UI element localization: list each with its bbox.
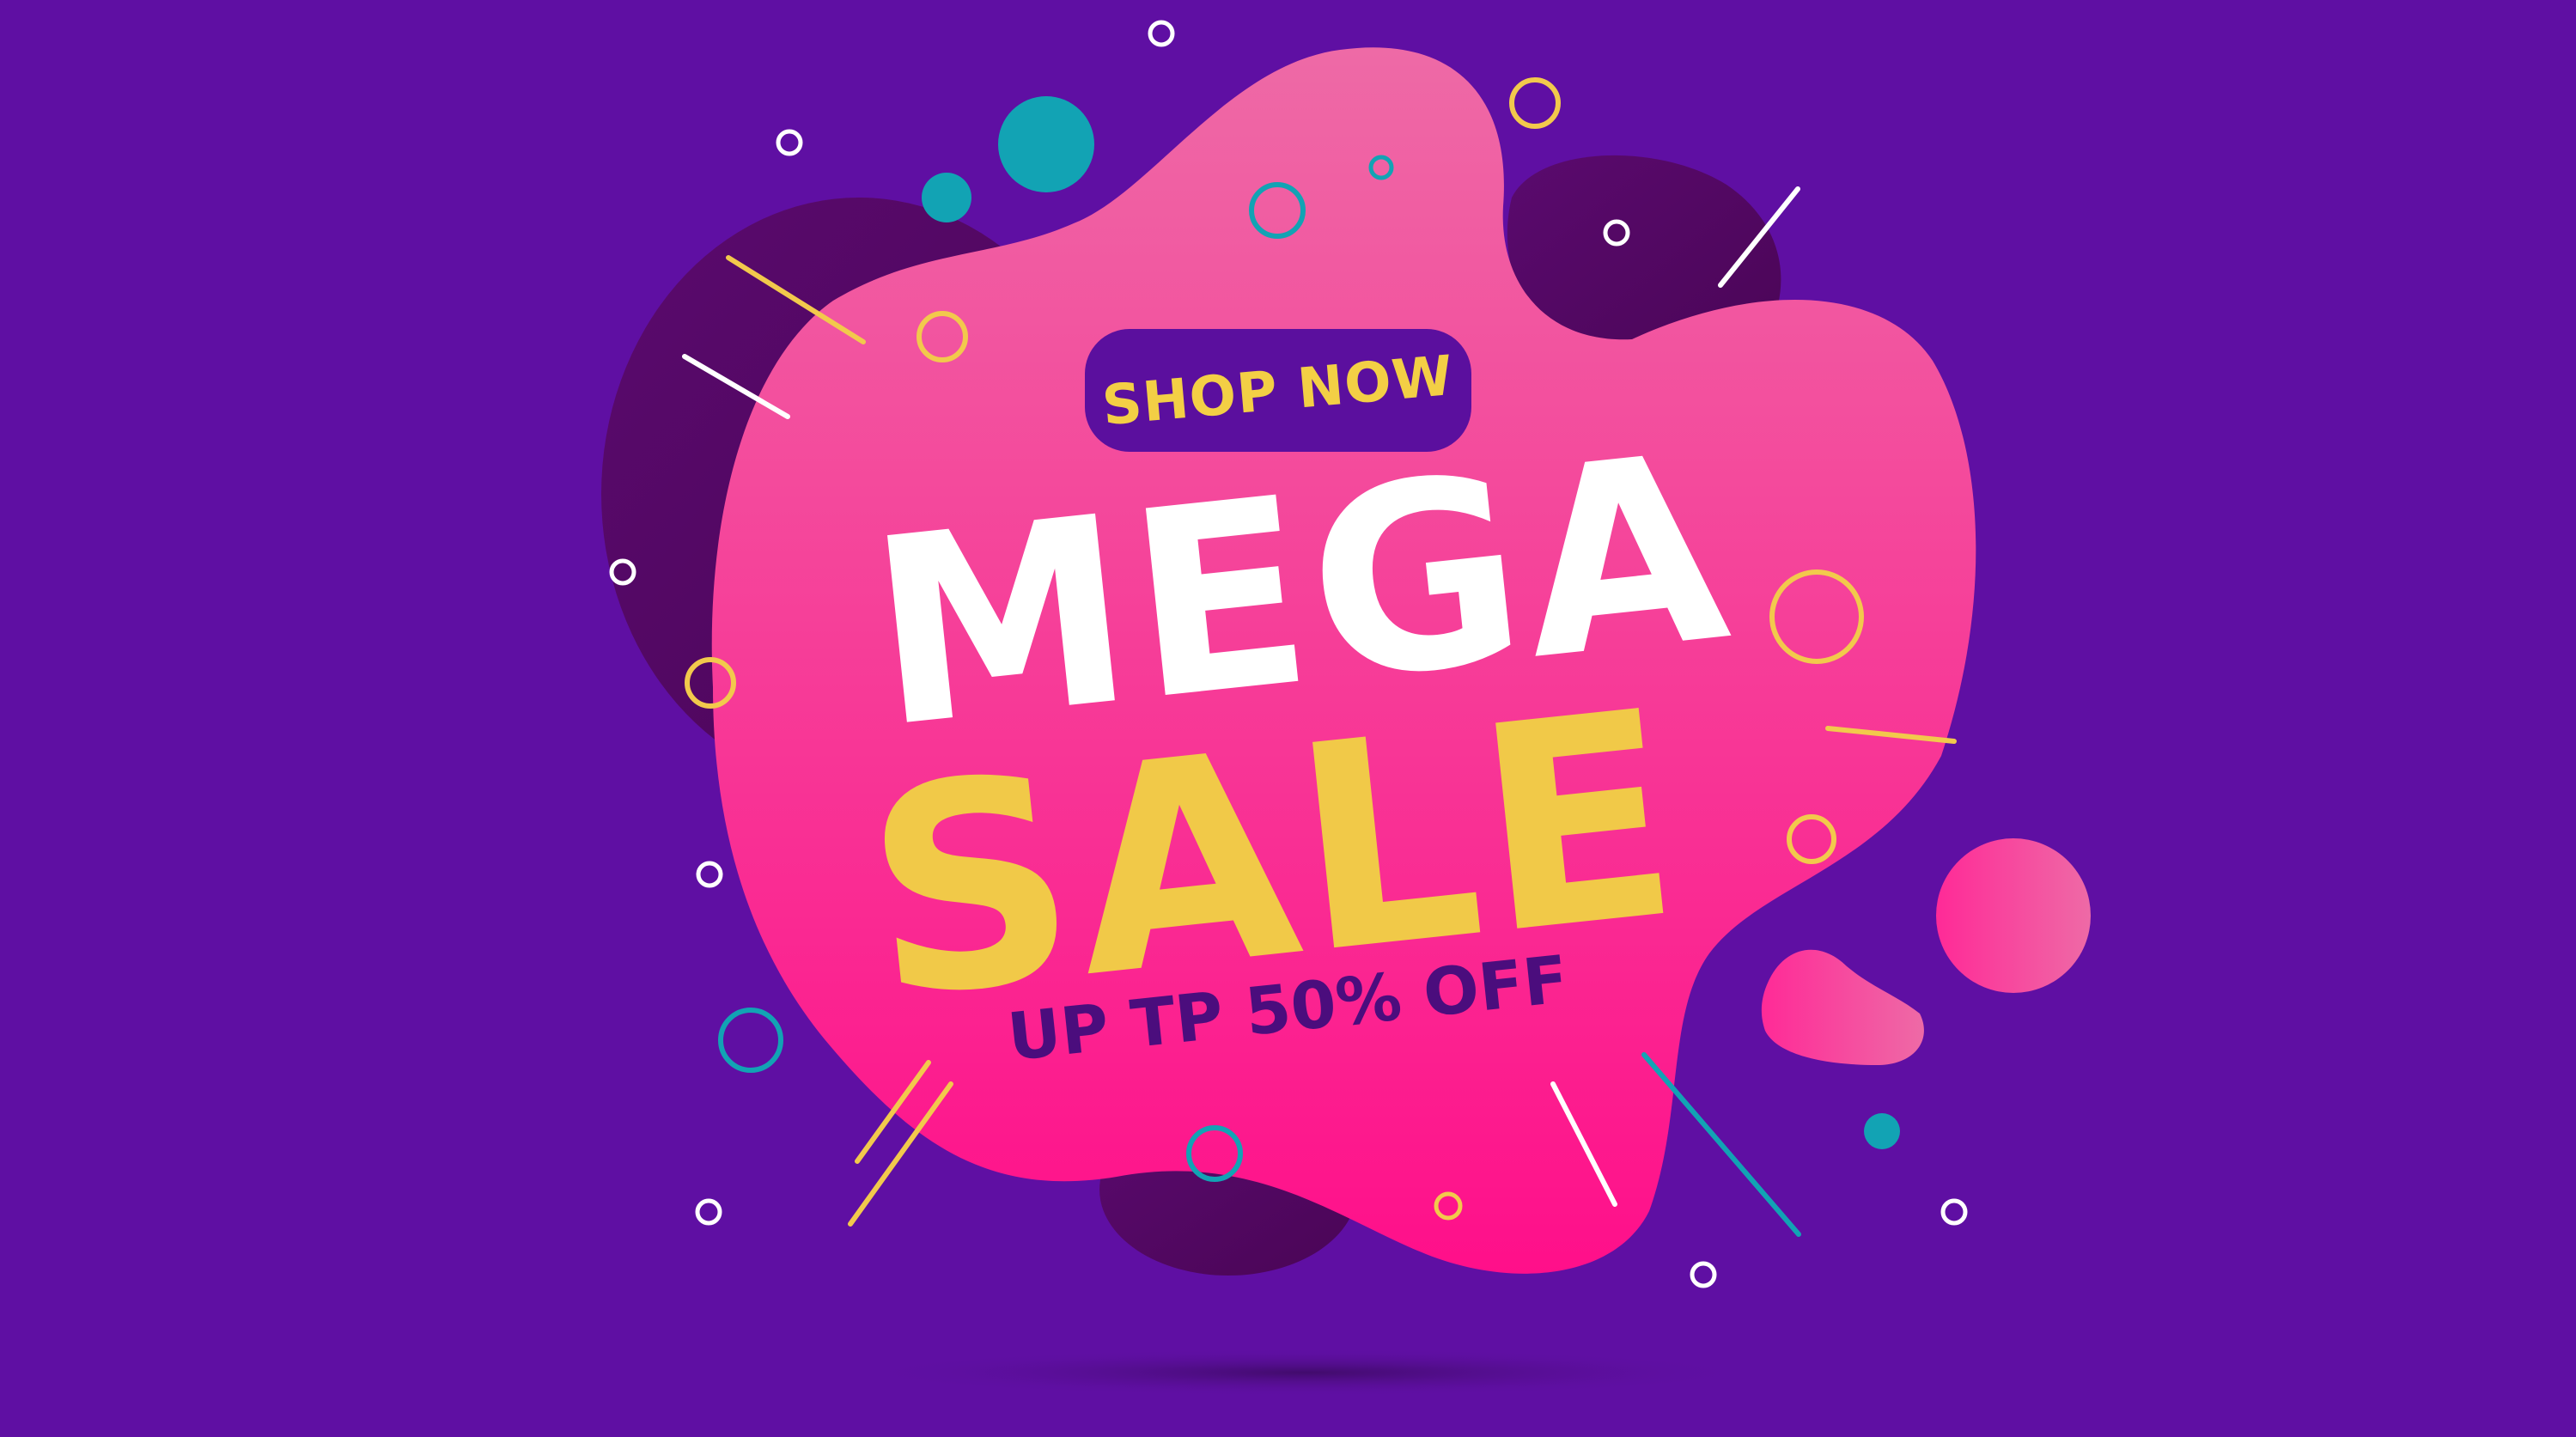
white-ring xyxy=(776,129,803,156)
banner-artwork: SHOP NOW MEGA SALE UP TP 50% OFF xyxy=(601,20,2091,1397)
teal-ring xyxy=(718,1008,783,1073)
pink-small-blob xyxy=(1761,949,1924,1065)
pink-circle-blob xyxy=(1936,838,2091,993)
floor-shadow xyxy=(859,1349,1752,1397)
white-ring xyxy=(696,861,723,888)
white-ring xyxy=(1690,1261,1717,1288)
teal-dot xyxy=(922,173,971,222)
white-ring xyxy=(1148,20,1175,47)
sale-banner: SHOP NOW MEGA SALE UP TP 50% OFF xyxy=(0,0,2576,1437)
teal-dot xyxy=(998,96,1094,192)
white-ring xyxy=(695,1198,722,1226)
white-ring xyxy=(1940,1198,1968,1226)
yellow-ring xyxy=(1509,77,1561,129)
teal-dot xyxy=(1864,1113,1900,1149)
teal-line xyxy=(1641,1052,1801,1237)
